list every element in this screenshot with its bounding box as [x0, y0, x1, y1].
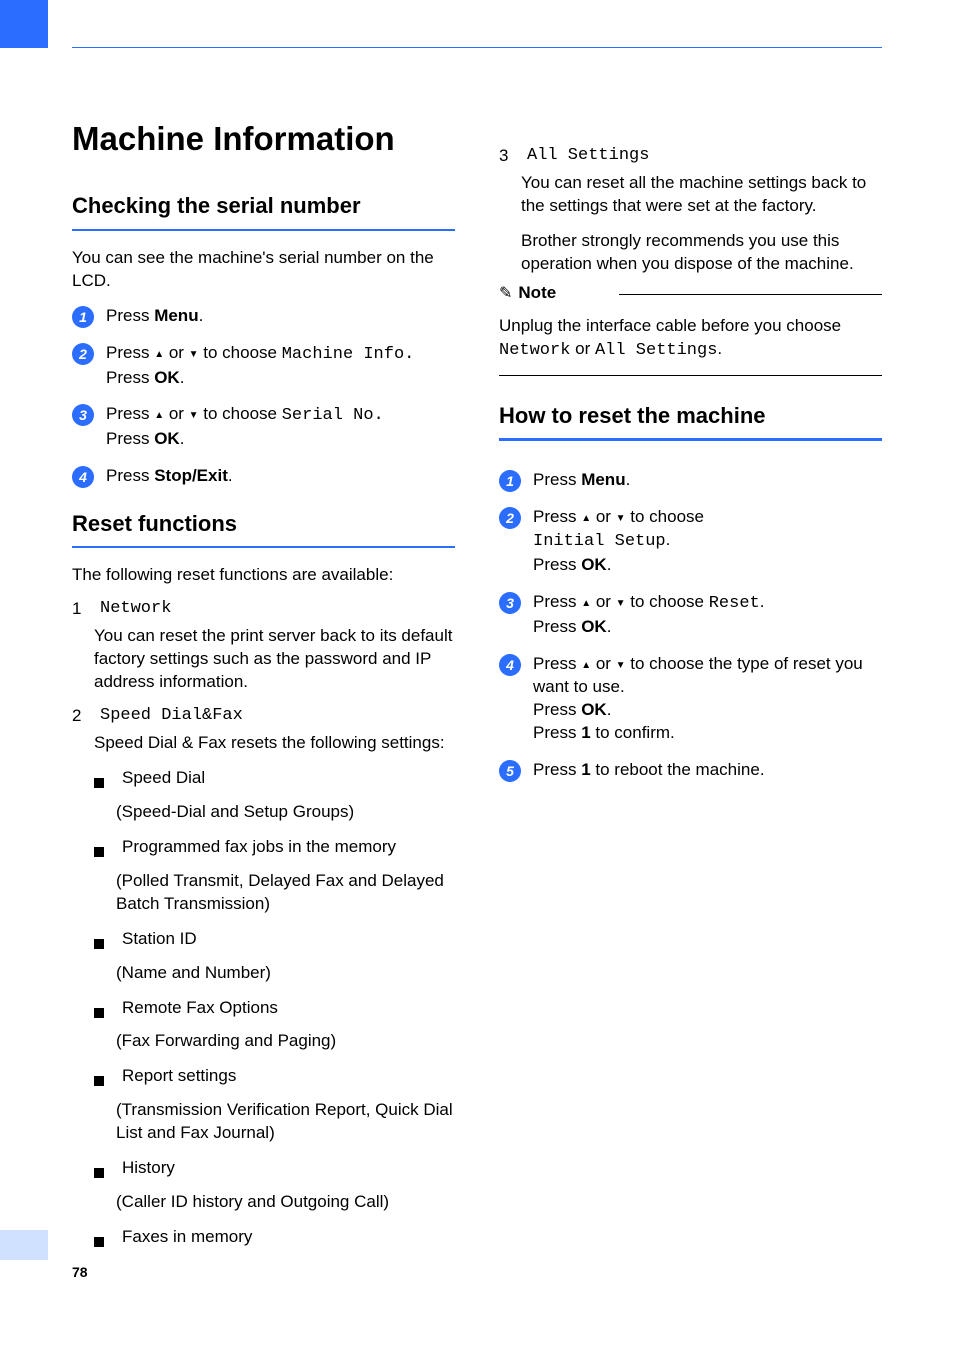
serial-step-4: 4 Press Stop/Exit.: [72, 465, 455, 488]
up-arrow-icon: ▲: [154, 410, 164, 421]
step-number-icon: 1: [499, 470, 521, 492]
down-arrow-icon: ▼: [616, 598, 626, 609]
reset-item-1: 1 Network You can reset the print server…: [72, 599, 455, 706]
bullet-item: Programmed fax jobs in the memory: [94, 836, 455, 864]
reset-item-2: 2 Speed Dial&Fax Speed Dial & Fax resets…: [72, 706, 455, 1260]
down-arrow-icon: ▼: [616, 660, 626, 671]
up-arrow-icon: ▲: [581, 598, 591, 609]
square-bullet-icon: [94, 1076, 104, 1086]
page: Machine Information Checking the serial …: [0, 0, 954, 1350]
down-arrow-icon: ▼: [616, 513, 626, 524]
step-body: Press 1 to reboot the machine.: [533, 759, 765, 782]
square-bullet-icon: [94, 1008, 104, 1018]
up-arrow-icon: ▲: [581, 513, 591, 524]
item-desc: You can reset all the machine settings b…: [521, 172, 882, 218]
note-box: ✎ Note Unplug the interface cable before…: [499, 294, 882, 376]
square-bullet-icon: [94, 778, 104, 788]
section-heading-serial: Checking the serial number: [72, 192, 455, 221]
page-number: 78: [72, 1264, 88, 1280]
right-column: 3 All Settings You can reset all the mac…: [499, 120, 882, 1260]
left-column: Machine Information Checking the serial …: [72, 120, 455, 1260]
top-rule: [72, 47, 882, 48]
down-arrow-icon: ▼: [189, 349, 199, 360]
bullet-paren: (Caller ID history and Outgoing Call): [116, 1191, 455, 1214]
bullet-paren: (Name and Number): [116, 962, 455, 985]
section-heading-reset-functions: Reset functions: [72, 510, 455, 539]
square-bullet-icon: [94, 1237, 104, 1247]
reset-intro: The following reset functions are availa…: [72, 564, 455, 587]
step-number-icon: 4: [72, 466, 94, 488]
step-body: Press ▲ or ▼ to choose Serial No. Press …: [106, 403, 384, 451]
content-columns: Machine Information Checking the serial …: [72, 120, 882, 1260]
reset-step-5: 5 Press 1 to reboot the machine.: [499, 759, 882, 782]
bullet-item: Speed Dial: [94, 767, 455, 795]
bullet-item: Remote Fax Options: [94, 997, 455, 1025]
reset-step-4: 4 Press ▲ or ▼ to choose the type of res…: [499, 653, 882, 745]
bullet-paren: (Speed-Dial and Setup Groups): [116, 801, 455, 824]
item-desc: You can reset the print server back to i…: [94, 625, 455, 694]
square-bullet-icon: [94, 847, 104, 857]
note-label: Note: [518, 283, 556, 303]
step-body: Press Stop/Exit.: [106, 465, 233, 488]
reset-step-2: 2 Press ▲ or ▼ to choose Initial Setup. …: [499, 506, 882, 577]
step-body: Press Menu.: [106, 305, 203, 328]
section-rule: [499, 438, 882, 441]
serial-intro: You can see the machine's serial number …: [72, 247, 455, 293]
serial-step-2: 2 Press ▲ or ▼ to choose Machine Info. P…: [72, 342, 455, 390]
step-number-icon: 1: [72, 306, 94, 328]
section-rule: [72, 229, 455, 231]
serial-step-1: 1 Press Menu.: [72, 305, 455, 328]
step-body: Press ▲ or ▼ to choose Initial Setup. Pr…: [533, 506, 704, 577]
item-mono: Speed Dial&Fax: [100, 706, 243, 725]
bullet-item: Station ID: [94, 928, 455, 956]
step-body: Press Menu.: [533, 469, 630, 492]
item-desc: Speed Dial & Fax resets the following se…: [94, 732, 455, 755]
item-number: 1: [72, 599, 90, 619]
note-pencil-icon: ✎: [499, 283, 512, 303]
tab-top: [0, 0, 48, 48]
up-arrow-icon: ▲: [581, 660, 591, 671]
tab-bottom: [0, 1230, 48, 1260]
section-rule: [72, 546, 455, 548]
section-heading-how-to-reset: How to reset the machine: [499, 402, 882, 431]
item-mono: Network: [100, 599, 171, 618]
step-body: Press ▲ or ▼ to choose Reset. Press OK.: [533, 591, 764, 639]
bullet-item: Report settings: [94, 1065, 455, 1093]
page-title: Machine Information: [72, 120, 455, 158]
bullet-item: History: [94, 1157, 455, 1185]
square-bullet-icon: [94, 1168, 104, 1178]
reset-step-1: 1 Press Menu.: [499, 469, 882, 492]
step-number-icon: 4: [499, 654, 521, 676]
bullet-item: Faxes in memory: [94, 1226, 455, 1254]
reset-item-3: 3 All Settings You can reset all the mac…: [499, 146, 882, 288]
bullet-paren: (Fax Forwarding and Paging): [116, 1030, 455, 1053]
item-desc: Brother strongly recommends you use this…: [521, 230, 882, 276]
note-body: Unplug the interface cable before you ch…: [499, 315, 882, 363]
step-number-icon: 5: [499, 760, 521, 782]
down-arrow-icon: ▼: [189, 410, 199, 421]
item-number: 3: [499, 146, 517, 166]
bullet-paren: (Transmission Verification Report, Quick…: [116, 1099, 455, 1145]
step-number-icon: 2: [72, 343, 94, 365]
step-number-icon: 3: [499, 592, 521, 614]
reset-step-3: 3 Press ▲ or ▼ to choose Reset. Press OK…: [499, 591, 882, 639]
serial-step-3: 3 Press ▲ or ▼ to choose Serial No. Pres…: [72, 403, 455, 451]
item-number: 2: [72, 706, 90, 726]
square-bullet-icon: [94, 939, 104, 949]
item-mono: All Settings: [527, 146, 649, 165]
step-number-icon: 2: [499, 507, 521, 529]
step-number-icon: 3: [72, 404, 94, 426]
up-arrow-icon: ▲: [154, 349, 164, 360]
step-body: Press ▲ or ▼ to choose Machine Info. Pre…: [106, 342, 414, 390]
step-body: Press ▲ or ▼ to choose the type of reset…: [533, 653, 882, 745]
bullet-paren: (Polled Transmit, Delayed Fax and Delaye…: [116, 870, 455, 916]
